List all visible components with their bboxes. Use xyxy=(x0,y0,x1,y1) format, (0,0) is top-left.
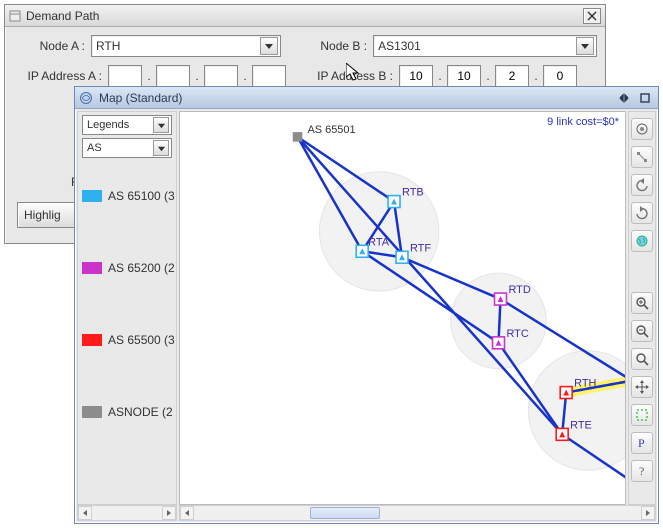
dot: . xyxy=(483,69,493,83)
pan-icon[interactable] xyxy=(631,376,653,398)
legend-swatch xyxy=(82,190,102,202)
map-canvas[interactable]: 9 link cost=$0* AS 65501RTBRTARTFRTDRTCR… xyxy=(179,111,626,505)
scroll-left-icon[interactable] xyxy=(180,506,194,520)
legend-label: AS 65500 (3 nod xyxy=(108,333,176,347)
dot: . xyxy=(240,69,250,83)
node-b-label: Node B : xyxy=(305,39,373,53)
svg-text:RTH: RTH xyxy=(574,378,596,390)
highlight-button[interactable]: Highlig xyxy=(17,202,77,228)
legend-scope-value: AS xyxy=(87,142,153,154)
legend-item[interactable]: AS 65200 (2 nod xyxy=(78,232,176,304)
chevron-down-icon[interactable] xyxy=(576,37,594,55)
map-title: Map (Standard) xyxy=(99,91,615,105)
ip-b-oct3[interactable] xyxy=(495,65,529,87)
legend-item[interactable]: AS 65500 (3 nod xyxy=(78,304,176,376)
restore-icon[interactable] xyxy=(615,90,633,106)
svg-text:RTC: RTC xyxy=(506,328,528,340)
zoom-in-icon[interactable] xyxy=(631,292,653,314)
ip-b-oct1[interactable] xyxy=(399,65,433,87)
ip-b-label: IP Address B : xyxy=(304,69,399,83)
highlight-button-label: Highlig xyxy=(24,208,61,222)
node-b-combo[interactable]: AS1301 xyxy=(373,35,597,57)
map-toolbar: P ? xyxy=(628,111,656,505)
legend-swatch xyxy=(82,262,102,274)
legend-label: AS 65100 (3 nod xyxy=(108,189,176,203)
nav-globe-icon[interactable] xyxy=(631,118,653,140)
svg-text:P: P xyxy=(638,436,645,450)
chevron-down-icon[interactable] xyxy=(153,117,169,133)
ip-a-oct4[interactable] xyxy=(252,65,286,87)
map-window: Map (Standard) Legends AS AS xyxy=(74,86,659,524)
svg-text:RTA: RTA xyxy=(368,236,390,248)
demand-path-title: Demand Path xyxy=(26,9,583,23)
legend-item[interactable]: AS 65100 (3 nod xyxy=(78,160,176,232)
legend-swatch xyxy=(82,334,102,346)
ip-a-group: . . . xyxy=(108,65,286,87)
map-window-icon xyxy=(79,91,93,105)
svg-text:RTB: RTB xyxy=(402,187,424,199)
map-horizontal-scrollbar[interactable] xyxy=(179,505,656,521)
zoom-out-icon[interactable] xyxy=(631,320,653,342)
undo-icon[interactable] xyxy=(631,174,653,196)
node-a-label: Node A : xyxy=(13,39,91,53)
legend-title-value: Legends xyxy=(87,119,153,131)
node-a-combo[interactable]: RTH xyxy=(91,35,281,57)
window-icon xyxy=(9,10,21,22)
scroll-right-icon[interactable] xyxy=(641,506,655,520)
bottom-scrollbars xyxy=(77,505,656,521)
map-titlebar[interactable]: Map (Standard) xyxy=(75,87,658,109)
ip-a-label: IP Address A : xyxy=(13,69,108,83)
demand-path-body: Node A : RTH Node B : AS1301 IP Address … xyxy=(5,27,605,89)
topology-node-as65501[interactable]: AS 65501 xyxy=(294,124,356,141)
dot: . xyxy=(144,69,154,83)
legend-horizontal-scrollbar[interactable] xyxy=(77,505,177,521)
chevron-down-icon[interactable] xyxy=(153,140,169,156)
ip-b-oct4[interactable] xyxy=(543,65,577,87)
scroll-right-icon[interactable] xyxy=(162,506,176,520)
world-icon[interactable] xyxy=(631,230,653,252)
dot: . xyxy=(435,69,445,83)
topology-svg: AS 65501RTBRTARTFRTDRTCRTHRTGRTEAS1301 xyxy=(180,112,625,504)
select-area-icon[interactable] xyxy=(631,404,653,426)
svg-text:RTD: RTD xyxy=(508,284,530,296)
node-a-value: RTH xyxy=(96,39,260,53)
help-icon[interactable]: ? xyxy=(631,460,653,482)
scroll-thumb[interactable] xyxy=(310,507,380,519)
p-tool-icon[interactable]: P xyxy=(631,432,653,454)
ip-b-group: . . . xyxy=(399,65,577,87)
dot: . xyxy=(531,69,541,83)
legend-swatch xyxy=(82,406,102,418)
ip-a-oct2[interactable] xyxy=(156,65,190,87)
legend-label: ASNODE (2 nod xyxy=(108,405,176,419)
demand-path-titlebar[interactable]: Demand Path xyxy=(5,5,605,27)
close-icon[interactable] xyxy=(583,8,601,24)
redo-icon[interactable] xyxy=(631,202,653,224)
vector-icon[interactable] xyxy=(631,146,653,168)
ip-b-oct2[interactable] xyxy=(447,65,481,87)
legend-title-combo[interactable]: Legends xyxy=(82,115,172,135)
legend-item[interactable]: ASNODE (2 nod xyxy=(78,376,176,448)
legend-panel: Legends AS AS 65100 (3 nod AS 65200 (2 n… xyxy=(77,111,177,505)
legend-list: AS 65100 (3 nod AS 65200 (2 nod AS 65500… xyxy=(78,160,176,502)
svg-text:AS 65501: AS 65501 xyxy=(307,124,355,136)
svg-text:RTE: RTE xyxy=(570,419,592,431)
svg-text:?: ? xyxy=(639,464,644,478)
magnify-icon[interactable] xyxy=(631,348,653,370)
ip-a-oct1[interactable] xyxy=(108,65,142,87)
maximize-icon[interactable] xyxy=(636,90,654,106)
svg-text:RTF: RTF xyxy=(410,242,431,254)
chevron-down-icon[interactable] xyxy=(260,37,278,55)
dot: . xyxy=(192,69,202,83)
ip-a-oct3[interactable] xyxy=(204,65,238,87)
legend-scope-combo[interactable]: AS xyxy=(82,138,172,158)
legend-label: AS 65200 (2 nod xyxy=(108,261,176,275)
node-b-value: AS1301 xyxy=(378,39,576,53)
scroll-left-icon[interactable] xyxy=(78,506,92,520)
